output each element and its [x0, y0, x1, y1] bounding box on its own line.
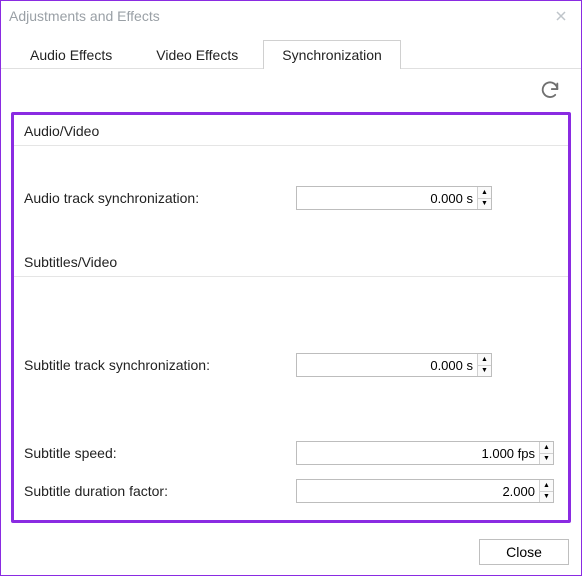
close-button[interactable]: Close: [479, 539, 569, 565]
subtitle-sync-spin[interactable]: ▲ ▼: [296, 353, 492, 377]
tab-video-effects[interactable]: Video Effects: [137, 40, 257, 69]
subtitle-sync-label: Subtitle track synchronization:: [24, 357, 296, 373]
window: Adjustments and Effects Audio Effects Vi…: [0, 0, 582, 576]
subtitle-duration-spin[interactable]: ▲ ▼: [296, 479, 554, 503]
spin-down-icon[interactable]: ▼: [540, 491, 553, 503]
subtitle-speed-input[interactable]: [297, 442, 539, 464]
subtitle-duration-input[interactable]: [297, 480, 539, 502]
tab-synchronization[interactable]: Synchronization: [263, 40, 401, 69]
subtitle-sync-input[interactable]: [297, 354, 477, 376]
window-title: Adjustments and Effects: [9, 8, 160, 24]
group-header-av: Audio/Video: [14, 115, 568, 146]
audio-sync-spin[interactable]: ▲ ▼: [296, 186, 492, 210]
tabstrip: Audio Effects Video Effects Synchronizat…: [1, 31, 581, 69]
tab-audio-effects[interactable]: Audio Effects: [11, 40, 131, 69]
close-icon[interactable]: [541, 1, 581, 31]
reset-icon[interactable]: [539, 79, 561, 104]
spin-down-icon[interactable]: ▼: [478, 198, 491, 210]
spin-down-icon[interactable]: ▼: [540, 453, 553, 465]
spin-up-icon[interactable]: ▲: [478, 187, 491, 198]
subtitle-speed-label: Subtitle speed:: [24, 445, 296, 461]
subtitle-duration-label: Subtitle duration factor:: [24, 483, 296, 499]
sync-panel: Audio/Video Audio track synchronization:…: [11, 112, 571, 523]
spin-up-icon[interactable]: ▲: [540, 442, 553, 453]
group-header-sub: Subtitles/Video: [14, 246, 568, 277]
subtitle-speed-spin[interactable]: ▲ ▼: [296, 441, 554, 465]
spin-up-icon[interactable]: ▲: [540, 480, 553, 491]
titlebar: Adjustments and Effects: [1, 1, 581, 31]
spin-up-icon[interactable]: ▲: [478, 354, 491, 365]
spin-down-icon[interactable]: ▼: [478, 365, 491, 377]
audio-sync-input[interactable]: [297, 187, 477, 209]
audio-sync-label: Audio track synchronization:: [24, 190, 296, 206]
